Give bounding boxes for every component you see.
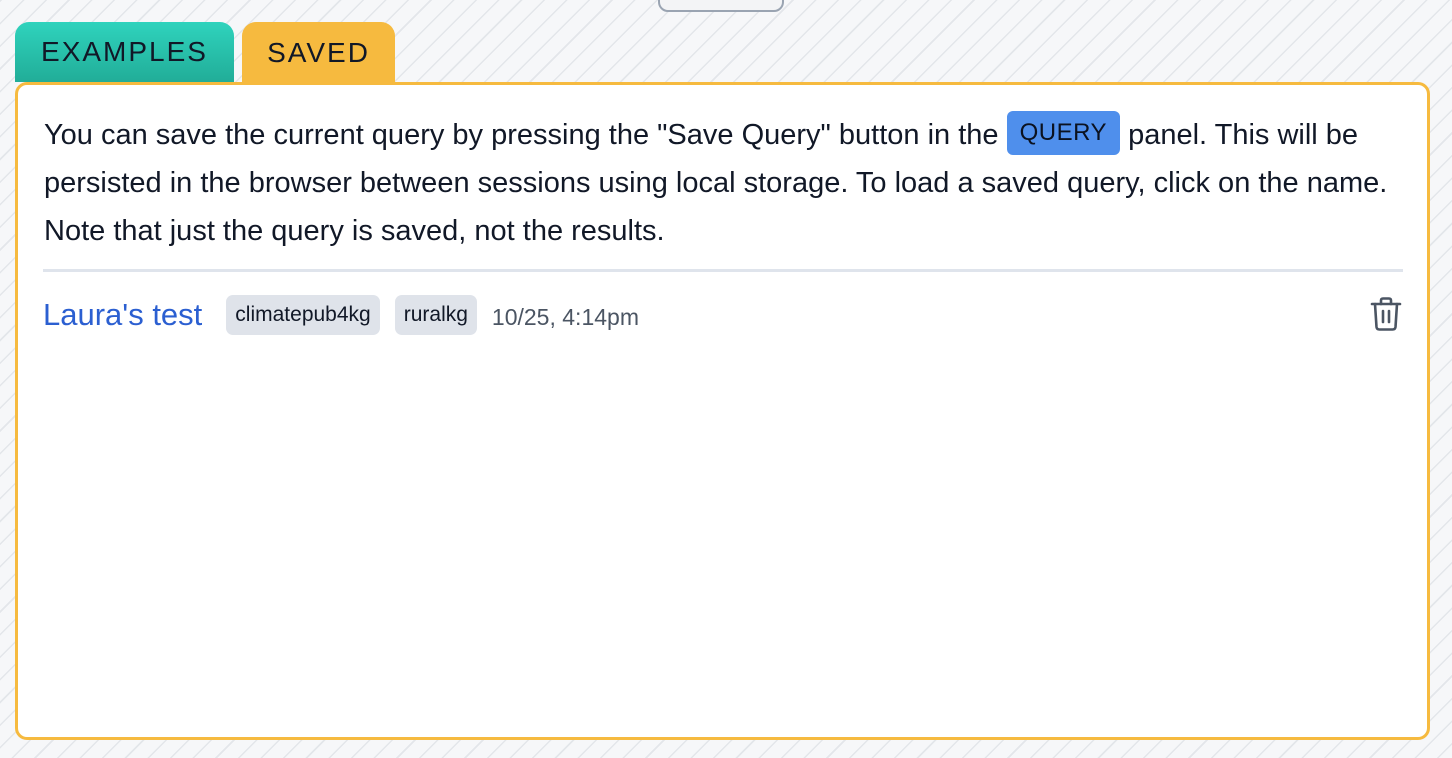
saved-query-timestamp: 10/25, 4:14pm	[491, 303, 639, 330]
saved-query-tag: ruralkg	[394, 295, 477, 335]
saved-queries-panel: You can save the current query by pressi…	[15, 82, 1430, 740]
saved-intro-text: You can save the current query by pressi…	[44, 111, 1389, 255]
query-panel-badge[interactable]: QUERY	[1006, 111, 1121, 156]
tab-saved[interactable]: SAVED	[242, 22, 395, 84]
saved-query-row: Laura's test climatepub4kg ruralkg 10/25…	[43, 291, 1403, 339]
tab-examples[interactable]: EXAMPLES	[15, 22, 234, 82]
saved-query-tag: climatepub4kg	[226, 295, 380, 335]
trash-icon	[1370, 297, 1402, 331]
delete-saved-query-button[interactable]	[1369, 295, 1403, 333]
saved-query-name-link[interactable]: Laura's test	[43, 297, 202, 333]
intro-text-part1: You can save the current query by pressi…	[44, 119, 1007, 151]
panel-resize-handle[interactable]	[658, 0, 784, 12]
tab-examples-label: EXAMPLES	[41, 36, 208, 67]
tab-saved-label: SAVED	[267, 37, 370, 68]
divider	[43, 269, 1403, 272]
